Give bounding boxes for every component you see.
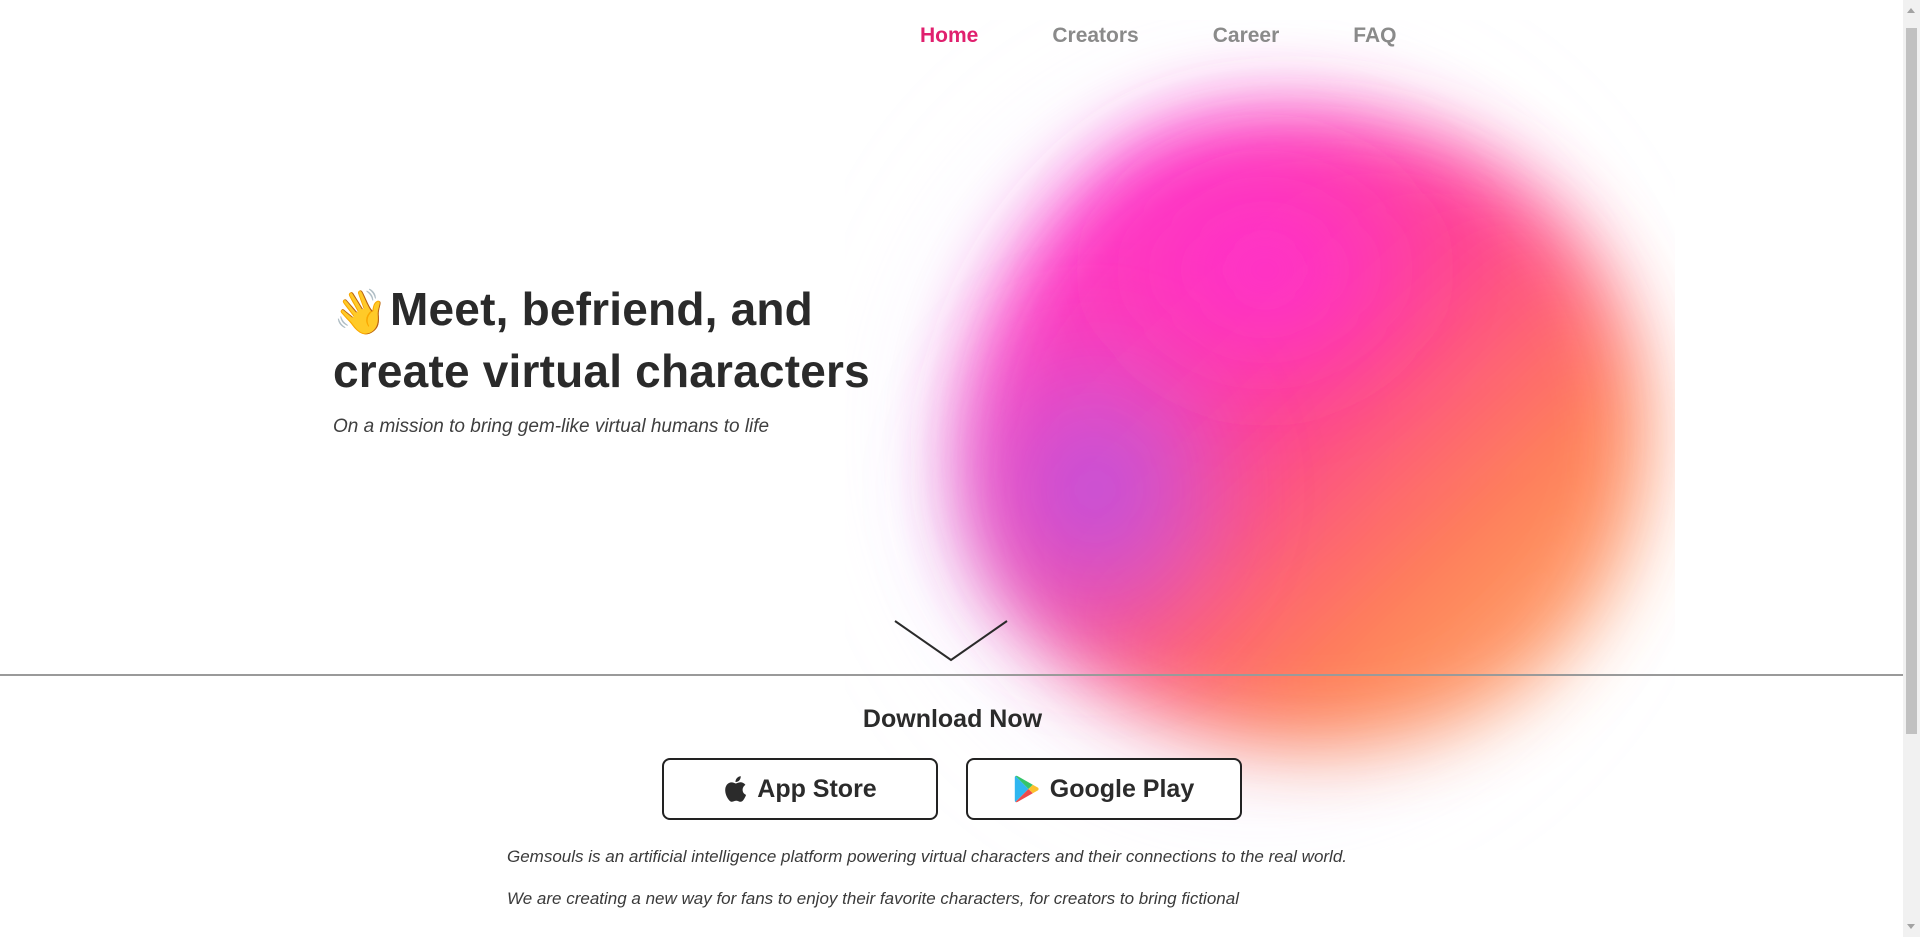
app-store-label: App Store: [757, 774, 877, 803]
about-paragraph-2: We are creating a new way for fans to en…: [507, 889, 1239, 908]
hero-subtitle: On a mission to bring gem-like virtual h…: [333, 416, 770, 437]
page: Home Creators Career FAQ 👋Meet, befriend…: [0, 0, 1920, 937]
about-text: Gemsouls is an artificial intelligence p…: [507, 846, 1397, 930]
section-divider: [0, 674, 1905, 676]
google-play-button[interactable]: Google Play: [966, 758, 1242, 820]
scroll-down-icon[interactable]: [1907, 924, 1915, 929]
google-play-icon: [1014, 775, 1039, 803]
scroll-up-icon[interactable]: [1907, 8, 1915, 13]
waving-hand-icon: 👋: [333, 288, 388, 337]
hero-title-text-1: Meet, befriend, and: [390, 283, 813, 335]
nav-career-link[interactable]: Career: [1213, 20, 1280, 52]
download-title: Download Now: [862, 705, 1043, 733]
scroll-thumb[interactable]: [1906, 28, 1917, 734]
hero-title-line-2: create virtual characters: [333, 345, 870, 397]
hero-title: 👋Meet, befriend, and create virtual char…: [333, 280, 870, 400]
about-paragraph-1: Gemsouls is an artificial intelligence p…: [507, 847, 1348, 866]
vertical-scrollbar[interactable]: [1903, 0, 1920, 937]
google-play-label: Google Play: [1049, 774, 1195, 803]
nav-creators-link[interactable]: Creators: [1052, 20, 1138, 52]
app-store-button[interactable]: App Store: [662, 758, 938, 820]
hero-section: 👋Meet, befriend, and create virtual char…: [333, 280, 870, 438]
main-nav: Home Creators Career FAQ: [880, 20, 1396, 52]
apple-icon: [725, 776, 747, 802]
chevron-down-icon[interactable]: [893, 618, 1009, 664]
hero-title-line-1: 👋Meet, befriend, and: [333, 280, 870, 342]
nav-faq-link[interactable]: FAQ: [1353, 20, 1396, 52]
nav-home-link[interactable]: Home: [920, 20, 978, 52]
